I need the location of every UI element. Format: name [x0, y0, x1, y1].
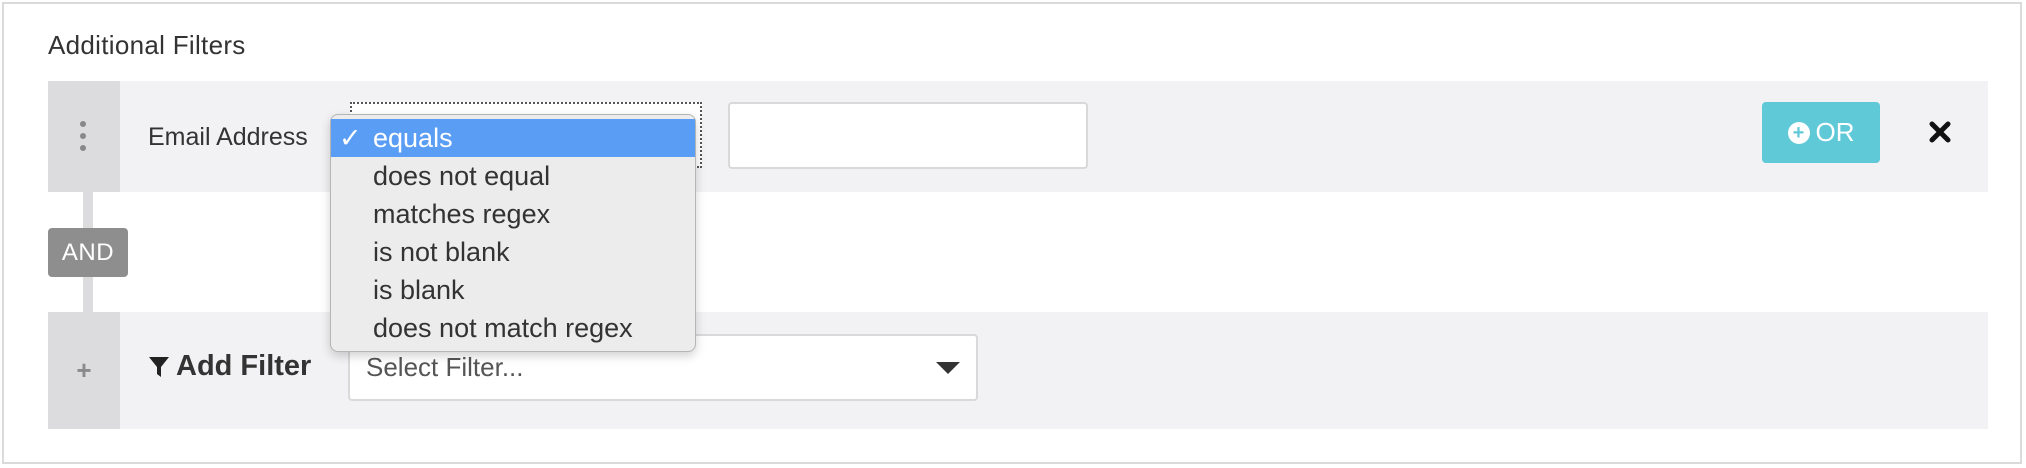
- add-filter-text: Add Filter: [176, 350, 312, 382]
- filter-icon: [149, 356, 169, 377]
- operator-option[interactable]: is blank: [331, 271, 695, 309]
- operator-option[interactable]: matches regex: [331, 195, 695, 233]
- filter-value-input[interactable]: [728, 102, 1088, 169]
- check-icon: ✓: [339, 123, 362, 153]
- field-label: Email Address: [148, 123, 308, 151]
- section-title: Additional Filters: [48, 30, 246, 60]
- operator-option[interactable]: ✓ equals: [331, 119, 695, 157]
- additional-filters-panel: Additional Filters Email Address + OR AN…: [2, 2, 2022, 464]
- select-filter-placeholder: Select Filter...: [366, 352, 524, 382]
- chevron-down-icon: [936, 361, 960, 374]
- operator-option[interactable]: does not match regex: [331, 309, 695, 347]
- kebab-icon: [79, 121, 87, 157]
- close-icon[interactable]: [1924, 116, 1956, 148]
- add-filter-label: Add Filter: [148, 350, 311, 383]
- or-button[interactable]: + OR: [1762, 102, 1880, 163]
- and-badge: AND: [48, 228, 128, 277]
- drag-handle[interactable]: [48, 81, 120, 192]
- operator-option[interactable]: is not blank: [331, 233, 695, 271]
- or-button-label: OR: [1815, 117, 1855, 147]
- operator-dropdown-menu: ✓ equals does not equal matches regex is…: [330, 114, 696, 352]
- plus-icon[interactable]: +: [48, 312, 120, 429]
- operator-option[interactable]: does not equal: [331, 157, 695, 195]
- plus-circle-icon: +: [1787, 121, 1810, 144]
